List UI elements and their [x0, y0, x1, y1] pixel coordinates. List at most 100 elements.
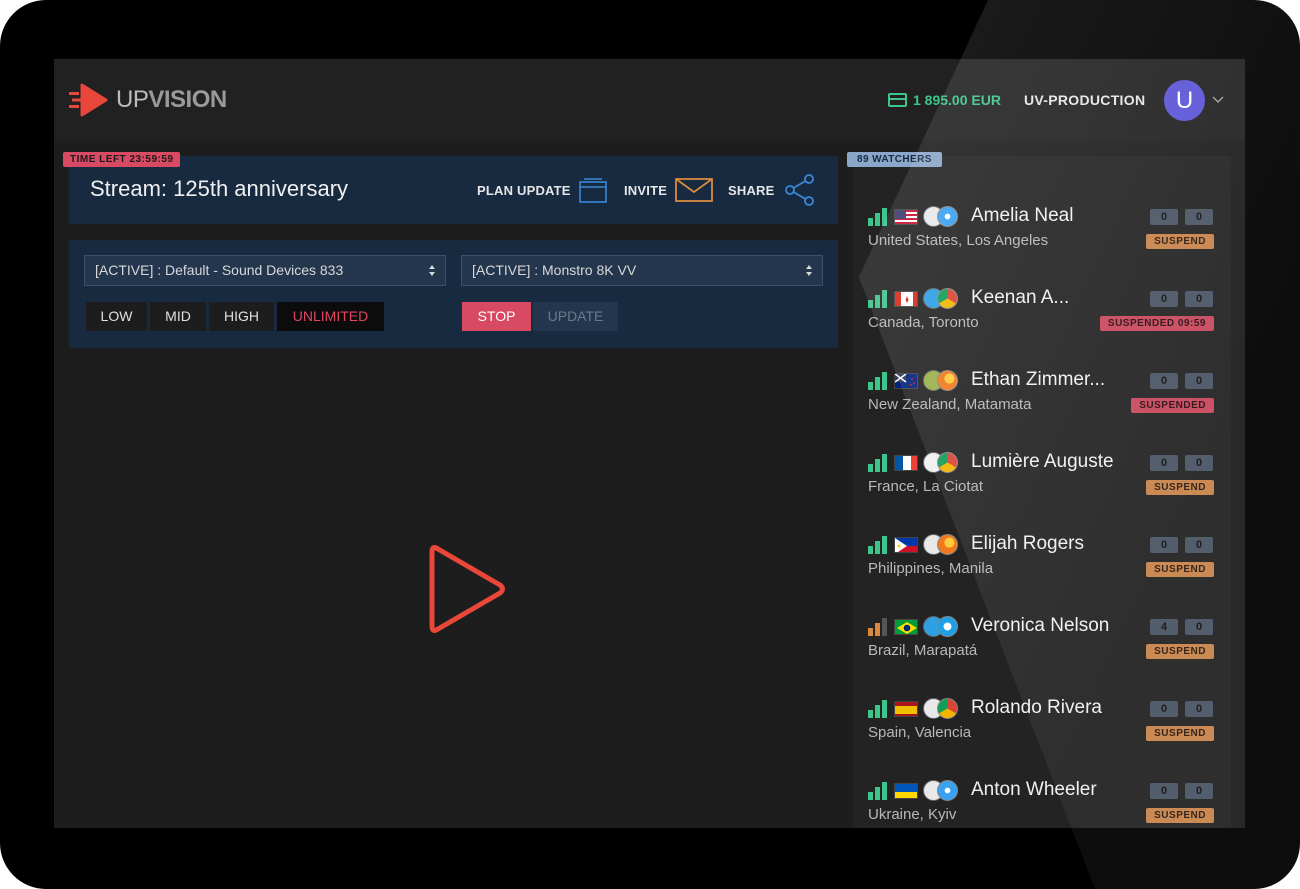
- quality-mid-button[interactable]: MID: [150, 302, 206, 331]
- stream-card: Stream: 125th anniversary PLAN UPDATE IN…: [69, 156, 838, 224]
- audio-source-value: [ACTIVE] : Default - Sound Devices 833: [95, 262, 344, 278]
- audio-source-select[interactable]: [ACTIVE] : Default - Sound Devices 833: [84, 255, 446, 286]
- signal-strength-icon: [868, 782, 887, 800]
- organization-name[interactable]: UV-PRODUCTION: [1024, 92, 1145, 108]
- watcher-location: New Zealand, Matamata: [868, 396, 1032, 413]
- update-button[interactable]: UPDATE: [533, 302, 618, 331]
- watcher-name: Ethan Zimmer...: [971, 369, 1106, 390]
- chrome-icon: [937, 288, 958, 309]
- stream-title: Stream: 125th anniversary: [90, 176, 349, 201]
- new-zealand-flag-icon: [894, 373, 918, 389]
- firefox-icon: [937, 370, 958, 391]
- watcher-name: Anton Wheeler: [971, 779, 1097, 800]
- chevron-down-icon[interactable]: [1212, 93, 1224, 105]
- plan-update-button[interactable]: PLAN UPDATE: [477, 175, 607, 205]
- watcher-row[interactable]: Anton Wheeler Ukraine, Kyiv 0 0 SUSPEND: [853, 772, 1231, 828]
- watcher-count-b: 0: [1185, 373, 1213, 389]
- video-source-select[interactable]: [ACTIVE] : Monstro 8K VV: [461, 255, 823, 286]
- calendar-icon: [578, 178, 607, 203]
- quality-low-button[interactable]: LOW: [86, 302, 147, 331]
- watcher-name: Lumière Auguste: [971, 451, 1114, 472]
- suspend-button[interactable]: SUSPENDED: [1131, 398, 1214, 413]
- watcher-name: Keenan A...: [971, 287, 1070, 308]
- watcher-count-b: 0: [1185, 537, 1213, 553]
- share-label: SHARE: [728, 182, 775, 198]
- suspend-button[interactable]: SUSPEND: [1146, 726, 1214, 741]
- signal-strength-icon: [868, 372, 887, 390]
- watcher-name: Veronica Nelson: [971, 615, 1110, 636]
- suspend-button[interactable]: SUSPEND: [1146, 562, 1214, 577]
- watcher-count-b: 0: [1185, 209, 1213, 225]
- firefox-icon: [937, 534, 958, 555]
- safari-icon: [937, 206, 958, 227]
- video-source-value: [ACTIVE] : Monstro 8K VV: [472, 262, 637, 278]
- play-icon[interactable]: [424, 542, 508, 636]
- signal-strength-icon: [868, 454, 887, 472]
- select-arrows-icon: [429, 265, 435, 276]
- watcher-location: United States, Los Angeles: [868, 232, 1049, 249]
- invite-label: INVITE: [624, 182, 668, 198]
- watcher-row[interactable]: Veronica Nelson Brazil, Marapatá 4 0 SUSPEND: [853, 608, 1231, 690]
- app-screen: UPVISION 1 895.00 EUR UV-PRODUCTION U TI…: [54, 59, 1245, 828]
- france-flag-icon: [894, 455, 918, 471]
- tablet-frame: UPVISION 1 895.00 EUR UV-PRODUCTION U TI…: [0, 0, 1300, 889]
- chrome-icon: [937, 698, 958, 719]
- quality-high-button[interactable]: HIGH: [209, 302, 274, 331]
- watcher-name: Elijah Rogers: [971, 533, 1084, 554]
- watcher-count-b: 0: [1185, 701, 1213, 717]
- us-flag-icon: [894, 209, 918, 225]
- watcher-count-a: 0: [1150, 455, 1178, 471]
- safari-icon: [937, 780, 958, 801]
- app-logo[interactable]: UPVISION: [68, 83, 227, 117]
- watcher-location: France, La Ciotat: [868, 478, 984, 495]
- stop-button[interactable]: STOP: [462, 302, 531, 331]
- suspend-button[interactable]: SUSPEND: [1146, 808, 1214, 823]
- watcher-row[interactable]: Keenan A... Canada, Toronto 0 0 SUSPENDED 09…: [853, 280, 1231, 362]
- watcher-row[interactable]: Elijah Rogers Philippines, Manila 0 0 SUSPEN…: [853, 526, 1231, 608]
- invite-button[interactable]: INVITE: [624, 175, 714, 205]
- logo-text: UPVISION: [116, 86, 227, 113]
- spain-flag-icon: [894, 701, 918, 717]
- share-icon: [784, 174, 814, 206]
- signal-strength-icon: [868, 208, 887, 226]
- watcher-count-a: 0: [1150, 373, 1178, 389]
- watcher-count-a: 0: [1150, 537, 1178, 553]
- watcher-count-a: 0: [1150, 701, 1178, 717]
- suspend-button[interactable]: SUSPEND: [1146, 234, 1214, 249]
- philippines-flag-icon: [894, 537, 918, 553]
- logo-play-icon: [69, 83, 108, 117]
- canada-flag-icon: [894, 291, 918, 307]
- suspend-button[interactable]: SUSPEND: [1146, 644, 1214, 659]
- user-avatar[interactable]: U: [1164, 80, 1205, 121]
- watcher-count-a: 0: [1150, 291, 1178, 307]
- suspend-button[interactable]: SUSPEND: [1146, 480, 1214, 495]
- watcher-location: Canada, Toronto: [868, 314, 979, 331]
- signal-strength-icon: [868, 290, 887, 308]
- plan-update-label: PLAN UPDATE: [477, 182, 571, 198]
- watcher-name: Rolando Rivera: [971, 697, 1102, 718]
- signal-strength-icon: [868, 618, 887, 636]
- watcher-row[interactable]: Rolando Rivera Spain, Valencia 0 0 SUSPEND: [853, 690, 1231, 772]
- watcher-count-b: 0: [1185, 455, 1213, 471]
- time-left-badge: TIME LEFT 23:59:59: [63, 152, 181, 167]
- watcher-row[interactable]: Amelia Neal United States, Los Angeles 0 0 S…: [853, 198, 1231, 280]
- watcher-row[interactable]: Lumière Auguste France, La Ciotat 0 0 SUSPEN…: [853, 444, 1231, 526]
- credit-card-icon: [888, 93, 907, 107]
- signal-strength-icon: [868, 700, 887, 718]
- watcher-count-b: 0: [1185, 783, 1213, 799]
- watcher-location: Philippines, Manila: [868, 560, 994, 577]
- quality-unlimited-button[interactable]: UNLIMITED: [277, 302, 384, 331]
- watcher-count-a: 4: [1150, 619, 1178, 635]
- signal-strength-icon: [868, 536, 887, 554]
- balance-amount: 1 895.00 EUR: [913, 92, 1001, 108]
- brazil-flag-icon: [894, 619, 918, 635]
- account-balance[interactable]: 1 895.00 EUR: [888, 89, 1001, 111]
- watcher-row[interactable]: Ethan Zimmer... New Zealand, Matamata 0 0 SU…: [853, 362, 1231, 444]
- suspend-button[interactable]: SUSPENDED 09:59: [1099, 316, 1214, 331]
- quality-selector: LOW MID HIGH UNLIMITED: [86, 302, 387, 331]
- envelope-icon: [675, 178, 714, 202]
- watchers-panel: Amelia Neal United States, Los Angeles 0 0 S…: [853, 156, 1231, 828]
- select-arrows-icon: [806, 265, 812, 276]
- watcher-count-b: 0: [1185, 619, 1213, 635]
- share-button[interactable]: SHARE: [728, 174, 817, 206]
